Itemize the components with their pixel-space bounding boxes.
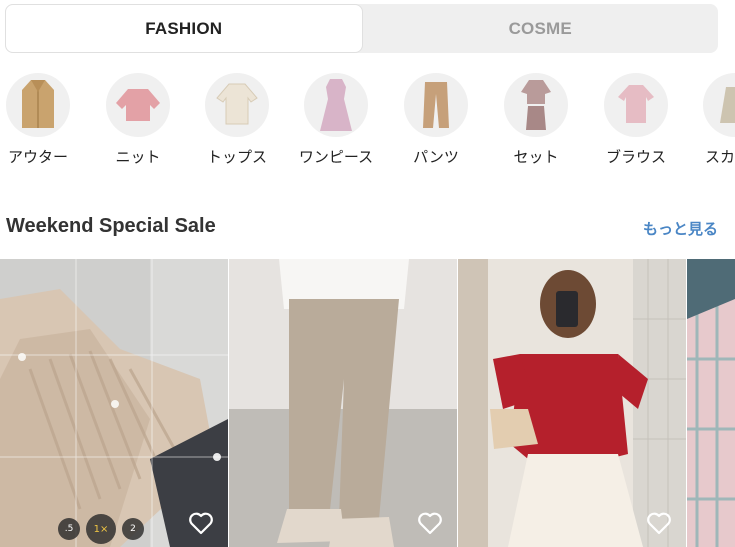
category-label: セット xyxy=(513,148,559,166)
category-label: トップス xyxy=(206,148,267,166)
category-label: ニット xyxy=(115,148,161,166)
knit-icon xyxy=(106,73,170,137)
zoom-option: 2 xyxy=(122,518,144,540)
category-tabs: FASHION COSME xyxy=(5,4,718,53)
category-set[interactable]: セット xyxy=(491,73,581,167)
product-image xyxy=(229,259,457,547)
category-skirt[interactable]: スカート xyxy=(690,73,735,167)
category-label: パンツ xyxy=(413,148,459,166)
tab-fashion[interactable]: FASHION xyxy=(5,4,363,53)
product-card[interactable] xyxy=(229,259,457,547)
skirt-icon xyxy=(703,73,735,137)
heart-icon[interactable] xyxy=(188,511,214,535)
tops-icon xyxy=(205,73,269,137)
heart-icon[interactable] xyxy=(417,511,443,535)
section-title: Weekend Special Sale xyxy=(6,215,216,237)
category-onepiece[interactable]: ワンピース xyxy=(291,73,381,167)
category-label: ブラウス xyxy=(605,148,666,166)
category-label: ワンピース xyxy=(298,148,374,166)
category-blouse[interactable]: ブラウス xyxy=(591,73,681,167)
zoom-option: .5 xyxy=(58,518,80,540)
coat-icon xyxy=(6,73,70,137)
product-card[interactable] xyxy=(687,259,735,547)
category-pants[interactable]: パンツ xyxy=(391,73,481,167)
category-knit[interactable]: ニット xyxy=(93,73,183,167)
product-card[interactable]: .5 1× 2 xyxy=(0,259,228,547)
category-tops[interactable]: トップス xyxy=(192,73,282,167)
category-label: アウター xyxy=(7,148,68,166)
blouse-icon xyxy=(604,73,668,137)
product-image xyxy=(458,259,686,547)
product-image xyxy=(0,259,228,547)
see-more-link[interactable]: もっと見る xyxy=(643,218,718,239)
setup-icon xyxy=(504,73,568,137)
tab-cosme[interactable]: COSME xyxy=(363,4,719,53)
zoom-option-selected: 1× xyxy=(86,514,116,544)
dress-icon xyxy=(304,73,368,137)
heart-icon[interactable] xyxy=(646,511,672,535)
product-image xyxy=(687,259,735,547)
category-outer[interactable]: アウター xyxy=(0,73,83,167)
pants-icon xyxy=(404,73,468,137)
product-card[interactable] xyxy=(458,259,686,547)
category-label: スカート xyxy=(704,148,735,166)
camera-zoom-controls: .5 1× 2 xyxy=(58,514,144,544)
category-row: アウター ニット トップス ワンピース パンツ セット ブラウス スカ xyxy=(0,73,735,173)
product-carousel[interactable]: .5 1× 2 xyxy=(0,259,735,547)
